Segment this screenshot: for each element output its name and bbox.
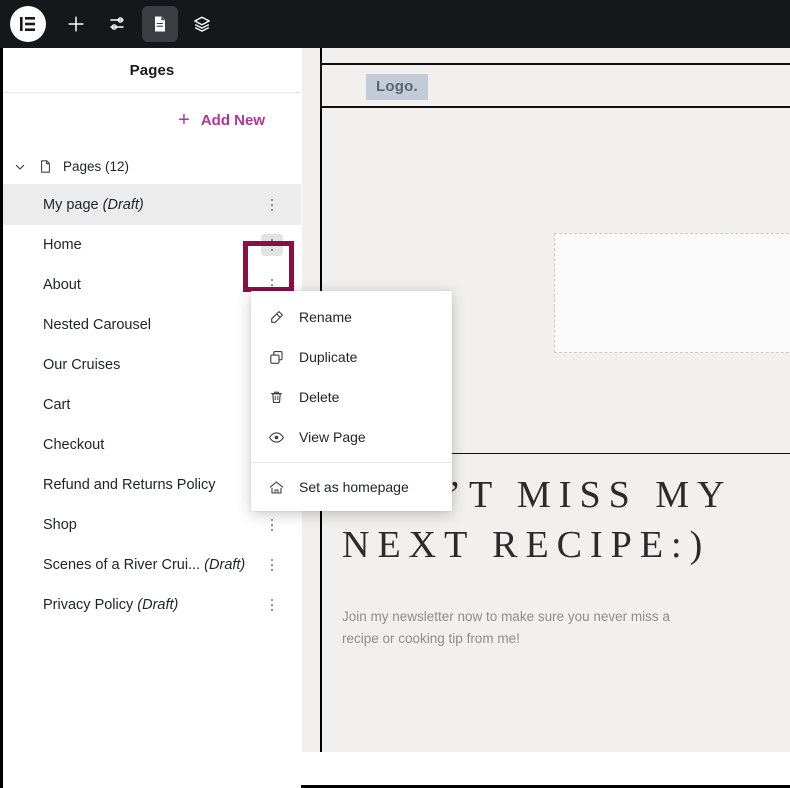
page-list-item-label: Home [43, 237, 82, 253]
page-status-badge: (Draft) [98, 197, 144, 213]
chevron-down-icon [13, 160, 27, 174]
plus-icon[interactable] [58, 6, 94, 42]
page-options-kebab-icon[interactable] [261, 194, 283, 216]
page-options-kebab-icon[interactable] [261, 234, 283, 256]
context-menu-item-delete[interactable]: Delete [251, 377, 452, 417]
preview-subtext: Join my newsletter now to make sure you … [342, 609, 670, 646]
context-menu-item-label: View Page [299, 429, 366, 445]
page-status-badge: (Draft) [200, 557, 246, 573]
page-context-menu: Rename Duplicate Delete View Page Set as hom… [251, 291, 452, 511]
plus-icon: + [178, 108, 190, 131]
page-options-kebab-icon[interactable] [261, 514, 283, 536]
pages-group-label: Pages (12) [63, 159, 130, 174]
page-list-item-label: Shop [43, 517, 77, 533]
page-options-kebab-icon[interactable] [261, 554, 283, 576]
panel-header: Pages [3, 48, 301, 93]
layers-icon[interactable] [184, 6, 220, 42]
page-list-item-label: Our Cruises [43, 357, 121, 373]
add-new-label: Add New [200, 112, 265, 129]
document-icon [38, 159, 53, 174]
home-icon [268, 479, 285, 496]
page-list-item-label: Nested Carousel [43, 317, 151, 333]
eye-icon [268, 429, 285, 446]
context-menu-item-view-page[interactable]: View Page [251, 417, 452, 457]
context-menu-item-label: Duplicate [299, 349, 358, 365]
page-list-item-label: Privacy Policy (Draft) [43, 597, 179, 613]
page-list-item[interactable]: Home [3, 225, 301, 265]
preview-site-header: Logo. [320, 63, 790, 108]
context-menu-item-rename[interactable]: Rename [251, 297, 452, 337]
context-menu-item-set-as-homepage[interactable]: Set as homepage [251, 467, 452, 507]
page-list-item[interactable]: My page (Draft) [3, 185, 301, 225]
sliders-icon[interactable] [100, 6, 136, 42]
menu-separator [251, 462, 452, 463]
document-icon[interactable] [142, 6, 178, 42]
page-list-item-label: Checkout [43, 437, 105, 453]
logo-badge: Logo. [366, 74, 428, 100]
context-menu-item-label: Rename [299, 309, 352, 325]
page-list-item-label: Refund and Returns Policy [43, 477, 216, 493]
page-status-badge: (Draft) [133, 597, 179, 613]
top-toolbar [0, 0, 790, 48]
add-new-row: + Add New [3, 93, 301, 149]
page-list-item-label: My page (Draft) [43, 197, 144, 213]
page-options-kebab-icon[interactable] [261, 594, 283, 616]
page-list-item[interactable]: Scenes of a River Crui... (Draft) [3, 545, 301, 585]
copy-icon [268, 349, 285, 366]
page-list-item-label: About [43, 277, 81, 293]
page-list-item-label: Scenes of a River Crui... (Draft) [43, 557, 246, 573]
add-new-button[interactable]: + Add New [178, 108, 265, 131]
page-list-item-label: Cart [43, 397, 71, 413]
context-menu-item-label: Set as homepage [299, 479, 409, 495]
placeholder-dropzone[interactable] [554, 233, 790, 353]
elementor-editor-window: Logo. DON’T MISS MY NEXT RECIPE:) Join m… [0, 0, 790, 788]
eraser-icon [268, 309, 285, 326]
trash-icon [268, 389, 285, 406]
page-list-item[interactable]: Shop [3, 505, 301, 545]
context-menu-item-duplicate[interactable]: Duplicate [251, 337, 452, 377]
page-title: Pages [129, 61, 175, 79]
elementor-logo-icon[interactable] [10, 6, 46, 42]
context-menu-item-label: Delete [299, 389, 340, 405]
page-list-item[interactable]: Privacy Policy (Draft) [3, 585, 301, 625]
pages-group-header[interactable]: Pages (12) [3, 149, 301, 185]
